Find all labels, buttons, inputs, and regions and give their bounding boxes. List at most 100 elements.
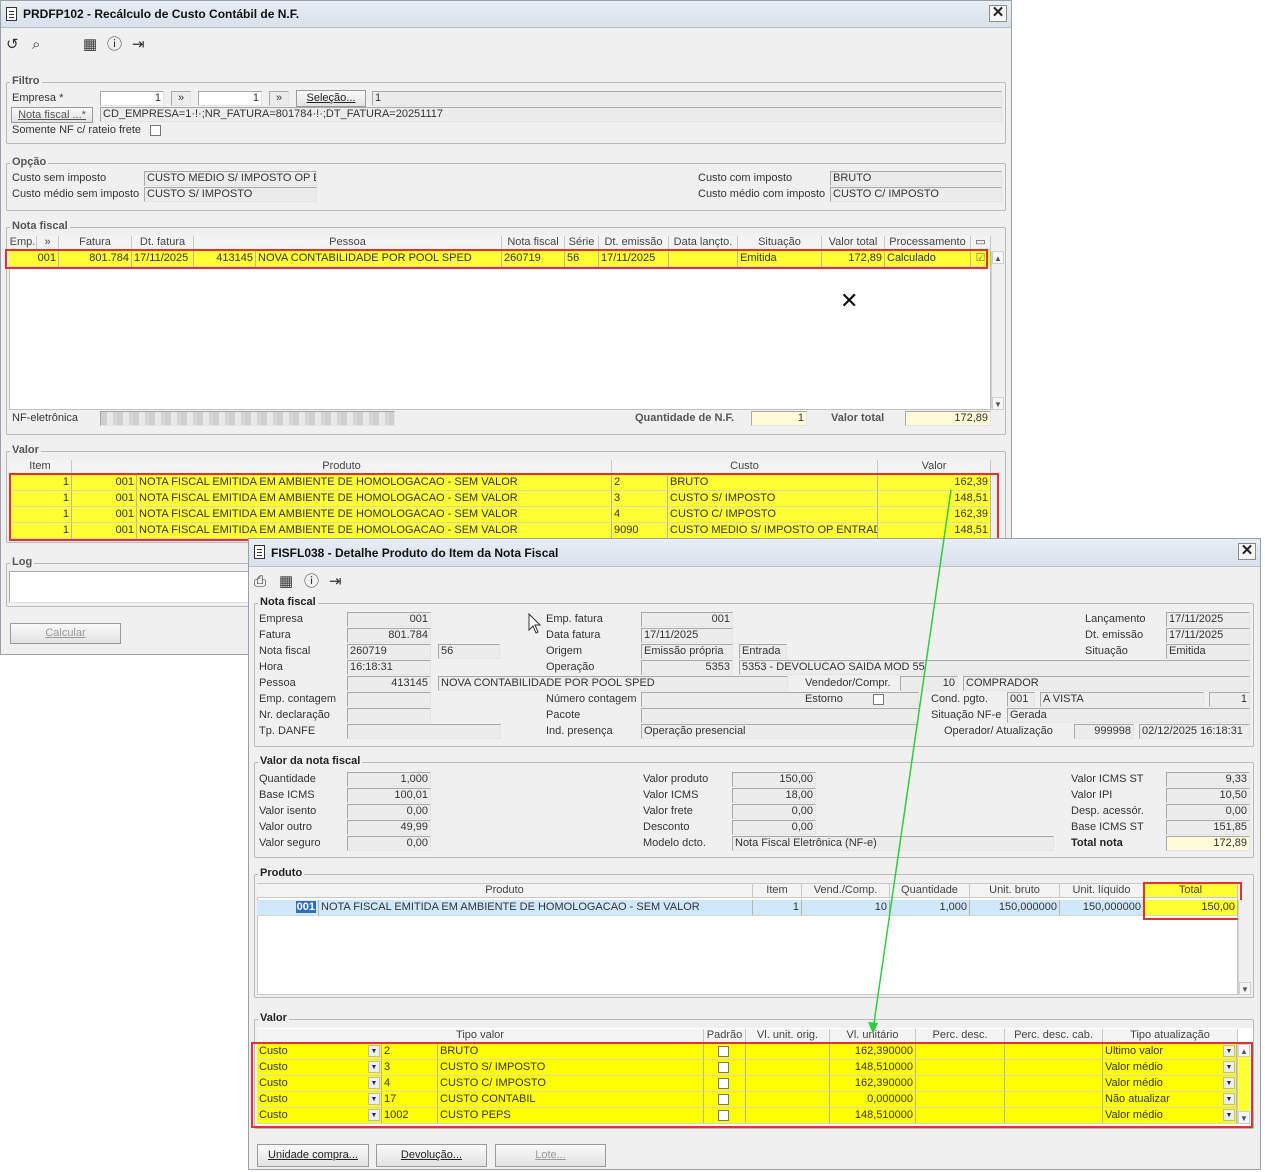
custo-sem-imposto-field[interactable]: CUSTO MEDIO S/ IMPOSTO OP ENT	[144, 171, 317, 186]
dropdown-arrow-icon[interactable]: ▼	[368, 1109, 380, 1121]
col-tipo-valor[interactable]: Tipo valor	[257, 1029, 704, 1042]
cell-tipo-atualizacao[interactable]: Valor médio ▼	[1103, 1060, 1237, 1076]
custo-com-imposto-field[interactable]: BRUTO	[830, 171, 1002, 186]
col-tipo-atualizacao[interactable]: Tipo atualização	[1103, 1029, 1238, 1042]
somente-nf-checkbox[interactable]	[150, 125, 161, 136]
col-perc-desc[interactable]: Perc. desc.	[916, 1029, 1005, 1042]
col-item[interactable]: Item	[9, 460, 72, 473]
col-unit-bruto[interactable]: Unit. bruto	[970, 884, 1060, 897]
devolucao-button[interactable]: Devolução...	[376, 1144, 487, 1167]
col-select-all[interactable]: ▭	[971, 236, 991, 249]
empresa-de-input[interactable]: 1	[100, 91, 164, 106]
padrao-checkbox[interactable]	[718, 1078, 729, 1089]
dropdown-arrow-icon[interactable]: ▼	[1223, 1093, 1235, 1105]
col-vl-unit-orig[interactable]: Vl. unit. orig.	[746, 1029, 830, 1042]
scroll-down-icon[interactable]: ▼	[992, 397, 1004, 410]
col-processamento[interactable]: Processamento	[885, 236, 971, 249]
empresa-ate-lookup[interactable]: »	[269, 91, 289, 106]
close-icon[interactable]: ✕	[1238, 543, 1256, 560]
nota-fiscal-row[interactable]: 001 801.784 17/11/2025 413145 NOVA CONTA…	[9, 251, 991, 267]
valor-row[interactable]: 1 001 NOTA FISCAL EMITIDA EM AMBIENTE DE H…	[9, 507, 991, 523]
col-produto[interactable]: Produto	[72, 460, 612, 473]
col-padrao[interactable]: Padrão	[704, 1029, 746, 1042]
valor-row[interactable]: 1 001 NOTA FISCAL EMITIDA EM AMBIENTE DE H…	[9, 475, 991, 491]
cell-tipo[interactable]: Custo ▼	[257, 1092, 382, 1108]
col-quantidade[interactable]: Quantidade	[890, 884, 970, 897]
search-icon[interactable]: ⌕	[32, 36, 40, 54]
valor-tipo-row[interactable]: Custo ▼ 2 BRUTO 162,390000 Ultimo valor ▼	[257, 1044, 1237, 1060]
col-emp[interactable]: Emp.	[9, 236, 37, 249]
custo-medio-com-field[interactable]: CUSTO C/ IMPOSTO	[830, 187, 1002, 202]
selecao-button[interactable]: Seleção...	[296, 90, 366, 107]
col-fatura[interactable]: Fatura	[59, 236, 132, 249]
padrao-checkbox[interactable]	[718, 1110, 729, 1121]
dropdown-arrow-icon[interactable]: ▼	[1223, 1061, 1235, 1073]
row-checkbox[interactable]: ☑	[971, 251, 991, 267]
lote-button[interactable]: Lote...	[495, 1144, 606, 1167]
cell-tipo[interactable]: Custo ▼	[257, 1108, 382, 1124]
col-dt-emissao[interactable]: Dt. emissão	[599, 236, 669, 249]
col-data-lancto[interactable]: Data lançto.	[669, 236, 738, 249]
help-icon[interactable]: ⓘ	[304, 573, 319, 591]
valor-tipo-row[interactable]: Custo ▼ 1002 CUSTO PEPS 148,510000 Valor médi…	[257, 1108, 1237, 1124]
col-vend-comp[interactable]: Vend./Comp.	[802, 884, 890, 897]
valor-tipo-row[interactable]: Custo ▼ 4 CUSTO C/ IMPOSTO 162,390000 Valor m…	[257, 1076, 1237, 1092]
exit-icon[interactable]: ⇥	[329, 573, 342, 591]
produto-scrollbar[interactable]: ▼	[1238, 900, 1251, 995]
col-unit-liquido[interactable]: Unit. líquido	[1060, 884, 1144, 897]
produto-row[interactable]: 001 NOTA FISCAL EMITIDA EM AMBIENTE DE H…	[257, 900, 1238, 916]
empresa-ate-input[interactable]: 1	[198, 91, 262, 106]
col-situacao[interactable]: Situação	[738, 236, 822, 249]
col-item[interactable]: Item	[753, 884, 802, 897]
valor-tipo-row[interactable]: Custo ▼ 17 CUSTO CONTABIL 0,000000 Não atuali…	[257, 1092, 1237, 1108]
unidade-compra-button[interactable]: Unidade compra...	[257, 1144, 369, 1167]
valor2-scrollbar[interactable]: ▲ ▼	[1237, 1044, 1250, 1124]
help-icon[interactable]: ⓘ	[107, 36, 122, 54]
scroll-up-icon[interactable]: ▲	[1238, 1044, 1250, 1057]
calendar-icon[interactable]: ▦	[279, 573, 293, 591]
custo-medio-sem-field[interactable]: CUSTO S/ IMPOSTO	[144, 187, 317, 202]
dropdown-arrow-icon[interactable]: ▼	[1223, 1109, 1235, 1121]
cell-tipo-atualizacao[interactable]: Não atualizar ▼	[1103, 1092, 1237, 1108]
close-icon[interactable]: ✕	[989, 5, 1007, 22]
scroll-down-icon[interactable]: ▼	[1239, 982, 1251, 995]
valor-row[interactable]: 1 001 NOTA FISCAL EMITIDA EM AMBIENTE DE H…	[9, 523, 991, 539]
col-perc-desc-cab[interactable]: Perc. desc. cab.	[1005, 1029, 1103, 1042]
col-serie[interactable]: Série	[565, 236, 599, 249]
nota-fiscal-scrollbar[interactable]: ▲ ▼	[991, 251, 1004, 410]
col-valor[interactable]: Valor	[878, 460, 991, 473]
padrao-checkbox[interactable]	[718, 1046, 729, 1057]
padrao-checkbox[interactable]	[718, 1094, 729, 1105]
print-icon[interactable]: ⎙	[254, 573, 266, 591]
calcular-button[interactable]: Calcular	[10, 623, 121, 644]
cell-tipo-atualizacao[interactable]: Valor médio ▼	[1103, 1076, 1237, 1092]
undo-icon[interactable]: ↺	[6, 36, 19, 54]
valor-tipo-row[interactable]: Custo ▼ 3 CUSTO S/ IMPOSTO 148,510000 Valor m…	[257, 1060, 1237, 1076]
scroll-down-icon[interactable]: ▼	[1238, 1111, 1250, 1124]
dropdown-arrow-icon[interactable]: ▼	[368, 1093, 380, 1105]
col-valor-total[interactable]: Valor total	[822, 236, 885, 249]
cell-tipo[interactable]: Custo ▼	[257, 1076, 382, 1092]
nota-fiscal-button[interactable]: Nota fiscal ...*	[11, 107, 93, 123]
dropdown-arrow-icon[interactable]: ▼	[368, 1061, 380, 1073]
estorno-checkbox[interactable]	[873, 694, 884, 705]
empresa-de-lookup[interactable]: »	[171, 91, 191, 106]
col-vl-unitario[interactable]: Vl. unitário	[830, 1029, 916, 1042]
col-sort[interactable]: »	[37, 236, 59, 249]
dropdown-arrow-icon[interactable]: ▼	[1223, 1077, 1235, 1089]
scroll-up-icon[interactable]: ▲	[992, 251, 1004, 264]
valor-row[interactable]: 1 001 NOTA FISCAL EMITIDA EM AMBIENTE DE H…	[9, 491, 991, 507]
dropdown-arrow-icon[interactable]: ▼	[368, 1045, 380, 1057]
cell-tipo[interactable]: Custo ▼	[257, 1044, 382, 1060]
dropdown-arrow-icon[interactable]: ▼	[1223, 1045, 1235, 1057]
cell-tipo-atualizacao[interactable]: Ultimo valor ▼	[1103, 1044, 1237, 1060]
col-produto[interactable]: Produto	[257, 884, 753, 897]
cell-tipo[interactable]: Custo ▼	[257, 1060, 382, 1076]
exit-icon[interactable]: ⇥	[132, 36, 145, 54]
col-total[interactable]: Total	[1144, 884, 1238, 897]
calendar-icon[interactable]: ▦	[83, 36, 97, 54]
cell-tipo-atualizacao[interactable]: Valor médio ▼	[1103, 1108, 1237, 1124]
col-custo[interactable]: Custo	[612, 460, 878, 473]
col-nota-fiscal[interactable]: Nota fiscal	[502, 236, 565, 249]
padrao-checkbox[interactable]	[718, 1062, 729, 1073]
